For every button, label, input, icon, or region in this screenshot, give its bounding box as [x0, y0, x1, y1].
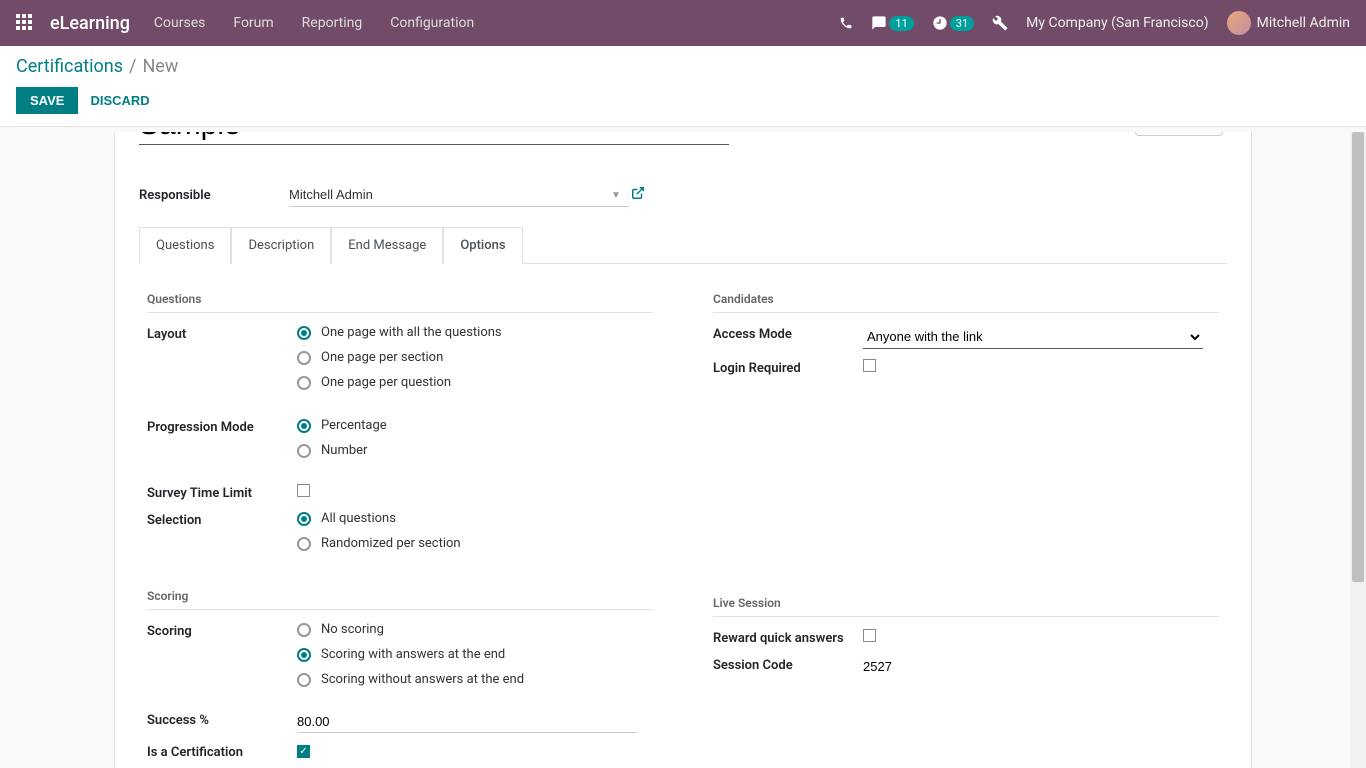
menu-configuration[interactable]: Configuration [390, 15, 474, 31]
scoring-opt-2[interactable]: Scoring without answers at the end [297, 672, 653, 687]
access-select[interactable]: Anyone with the link [863, 325, 1203, 349]
chevron-down-icon[interactable]: ▼ [611, 190, 621, 201]
avatar [1227, 11, 1251, 35]
progression-opt-1[interactable]: Number [297, 443, 653, 458]
timelimit-checkbox[interactable] [297, 484, 310, 497]
company-selector[interactable]: My Company (San Francisco) [1026, 15, 1208, 31]
breadcrumb: Certifications / New [16, 56, 1350, 77]
tab-questions[interactable]: Questions [139, 227, 231, 264]
messages-badge: 11 [889, 16, 913, 31]
scoring-opt-1[interactable]: Scoring with answers at the end [297, 647, 653, 662]
layout-opt-1[interactable]: One page per section [297, 350, 653, 365]
tabs: Questions Description End Message Option… [139, 227, 1227, 264]
layout-opt-2[interactable]: One page per question [297, 375, 653, 390]
phone-icon[interactable] [839, 16, 853, 30]
nav-menu: Courses Forum Reporting Configuration [154, 15, 474, 31]
form-sheet: Responsible ▼ Questions Description End … [114, 132, 1252, 768]
access-label: Access Mode [713, 325, 863, 342]
tools-icon[interactable] [992, 15, 1008, 31]
activities-badge: 31 [950, 16, 974, 31]
brand[interactable]: eLearning [50, 13, 130, 34]
selection-opt-1[interactable]: Randomized per section [297, 536, 653, 551]
tab-options[interactable]: Options [443, 227, 522, 264]
reward-checkbox[interactable] [863, 629, 876, 642]
discard-button[interactable]: DISCARD [90, 93, 149, 108]
control-panel: Certifications / New SAVE DISCARD [0, 46, 1366, 127]
progression-label: Progression Mode [147, 418, 297, 435]
layout-label: Layout [147, 325, 297, 342]
success-input[interactable] [297, 711, 637, 733]
group-live: Live Session [713, 596, 1219, 617]
scoring-opt-0[interactable]: No scoring [297, 622, 653, 637]
external-link-icon[interactable] [631, 186, 645, 204]
success-label: Success % [147, 711, 297, 728]
selection-label: Selection [147, 511, 297, 528]
group-scoring: Scoring [147, 589, 653, 610]
messages-icon[interactable]: 11 [871, 15, 913, 31]
form-scroll[interactable]: Responsible ▼ Questions Description End … [0, 132, 1366, 768]
navbar: eLearning Courses Forum Reporting Config… [0, 0, 1366, 46]
menu-forum[interactable]: Forum [233, 15, 273, 31]
progression-opt-0[interactable]: Percentage [297, 418, 653, 433]
scrollbar[interactable] [1350, 132, 1366, 768]
title-input[interactable] [139, 132, 729, 145]
session-label: Session Code [713, 656, 863, 673]
breadcrumb-parent[interactable]: Certifications [16, 56, 123, 77]
cert-checkbox[interactable]: ✓ [297, 745, 310, 758]
save-button[interactable]: SAVE [16, 87, 78, 114]
user-name: Mitchell Admin [1257, 15, 1350, 31]
layout-opt-0[interactable]: One page with all the questions [297, 325, 653, 340]
tab-description[interactable]: Description [231, 227, 331, 264]
tab-end-message[interactable]: End Message [331, 227, 443, 264]
timelimit-label: Survey Time Limit [147, 484, 297, 501]
menu-courses[interactable]: Courses [154, 15, 205, 31]
session-input[interactable] [863, 656, 1203, 677]
breadcrumb-current: New [142, 56, 178, 77]
menu-reporting[interactable]: Reporting [302, 15, 363, 31]
responsible-input[interactable] [289, 183, 629, 207]
cert-label: Is a Certification [147, 743, 297, 760]
user-menu[interactable]: Mitchell Admin [1227, 11, 1350, 35]
group-questions: Questions [147, 292, 653, 313]
group-candidates: Candidates [713, 292, 1219, 313]
login-checkbox[interactable] [863, 359, 876, 372]
scoring-label: Scoring [147, 622, 297, 639]
responsible-label: Responsible [139, 188, 289, 203]
scrollbar-thumb[interactable] [1352, 132, 1364, 582]
apps-icon[interactable] [16, 14, 34, 32]
reward-label: Reward quick answers [713, 629, 863, 646]
login-label: Login Required [713, 359, 863, 376]
selection-opt-0[interactable]: All questions [297, 511, 653, 526]
image-upload[interactable] [1135, 132, 1223, 136]
tab-content-options: Questions Layout One page with all the q… [115, 264, 1251, 768]
activities-icon[interactable]: 31 [932, 15, 974, 31]
